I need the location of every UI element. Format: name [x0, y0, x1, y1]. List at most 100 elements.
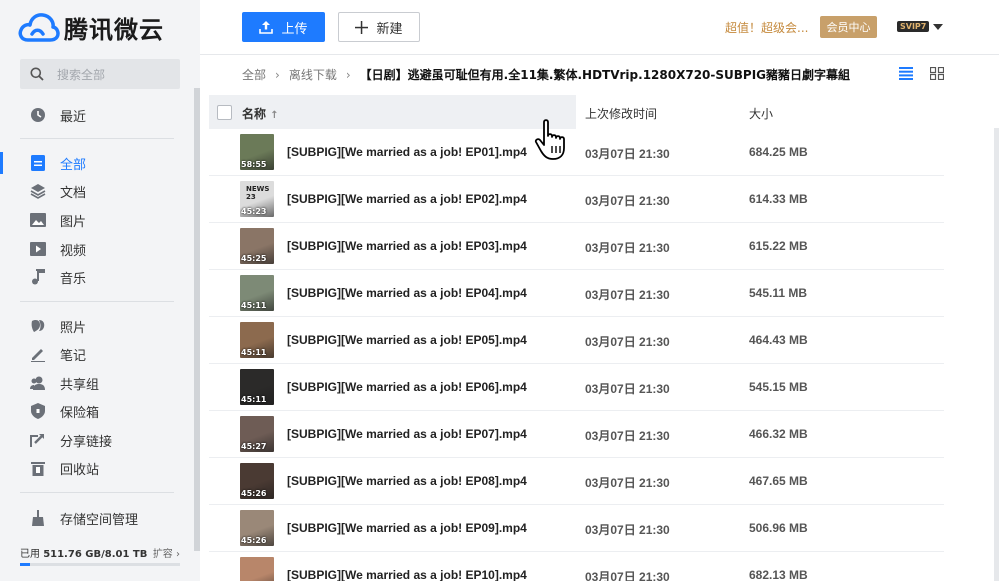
- sidebar-item-label: 音乐: [60, 271, 87, 287]
- sidebar-item-label: 存储空间管理: [60, 512, 139, 528]
- file-name[interactable]: [SUBPIG][We married as a job! EP05].mp4: [287, 333, 527, 347]
- table-row[interactable]: 45:25 [SUBPIG][We married as a job! EP03]…: [209, 223, 944, 270]
- file-modified-date: 03月07日 21:30: [585, 429, 670, 443]
- search-icon: [30, 67, 44, 81]
- breadcrumb-item-all[interactable]: 全部: [242, 66, 266, 83]
- sort-arrow-icon: ↑: [270, 110, 279, 121]
- table-row[interactable]: 45:11 [SUBPIG][We married as a job! EP06]…: [209, 364, 944, 411]
- video-duration: 45:25: [241, 254, 267, 263]
- file-name[interactable]: [SUBPIG][We married as a job! EP04].mp4: [287, 286, 527, 300]
- file-modified-date: 03月07日 21:30: [585, 194, 670, 208]
- breadcrumb-item-offline-download[interactable]: 离线下载: [289, 66, 337, 83]
- sidebar-item-label: 最近: [60, 109, 87, 125]
- upload-icon: [259, 20, 274, 34]
- upload-label: 上传: [281, 21, 308, 37]
- main-scrollbar[interactable]: [994, 128, 999, 581]
- file-name[interactable]: [SUBPIG][We married as a job! EP10].mp4: [287, 568, 527, 581]
- file-name[interactable]: [SUBPIG][We married as a job! EP01].mp4: [287, 145, 527, 159]
- video-thumbnail: 45:11: [240, 275, 274, 311]
- sidebar-item-share-links[interactable]: 分享链接: [0, 426, 194, 454]
- table-row[interactable]: 45:26 [SUBPIG][We married as a job! EP09]…: [209, 505, 944, 552]
- storage-used-text: 已用 511.76 GB/8.01 TB: [20, 549, 148, 560]
- sidebar-item-all[interactable]: 全部: [0, 149, 194, 177]
- sidebar-item-images[interactable]: 图片: [0, 206, 194, 234]
- chevron-down-icon: [933, 23, 944, 30]
- size-header[interactable]: 大小: [749, 105, 773, 122]
- sidebar-item-photos[interactable]: 照片: [0, 312, 194, 340]
- file-name[interactable]: [SUBPIG][We married as a job! EP07].mp4: [287, 427, 527, 441]
- file-name[interactable]: [SUBPIG][We married as a job! EP08].mp4: [287, 474, 527, 488]
- date-header[interactable]: 上次修改时间: [585, 105, 657, 122]
- search-placeholder: 搜索全部: [57, 67, 106, 82]
- sidebar-item-recycle-bin[interactable]: 回收站: [0, 454, 194, 482]
- top-toolbar: 上传 新建 超值！超级会... 会员中心 SVIP7: [200, 0, 999, 55]
- clock-icon: [30, 107, 46, 123]
- new-button[interactable]: 新建: [338, 12, 420, 42]
- file-modified-date: 03月07日 21:30: [585, 570, 670, 581]
- sidebar-item-label: 视频: [60, 243, 87, 259]
- play-icon: [30, 241, 46, 257]
- divider: [20, 138, 174, 139]
- file-modified-date: 03月07日 21:30: [585, 523, 670, 537]
- sidebar-item-music[interactable]: 音乐: [0, 263, 194, 291]
- file-name[interactable]: [SUBPIG][We married as a job! EP06].mp4: [287, 380, 527, 394]
- layers-icon: [30, 183, 46, 199]
- users-icon: [30, 375, 46, 391]
- video-thumbnail: 58:55: [240, 134, 274, 170]
- sidebar-item-label: 保险箱: [60, 405, 100, 421]
- sidebar-item-label: 回收站: [60, 462, 100, 478]
- sidebar-item-label: 共享组: [60, 377, 100, 393]
- file-name[interactable]: [SUBPIG][We married as a job! EP03].mp4: [287, 239, 527, 253]
- grid-view-icon[interactable]: [930, 67, 944, 80]
- sidebar-item-videos[interactable]: 视频: [0, 235, 194, 263]
- expand-storage-link[interactable]: 扩容 ›: [153, 545, 180, 560]
- user-menu[interactable]: SVIP7: [897, 20, 944, 33]
- promo-link[interactable]: 超值！超级会...: [725, 19, 808, 36]
- trash-icon: [30, 460, 46, 476]
- file-name[interactable]: [SUBPIG][We married as a job! EP02].mp4: [287, 192, 527, 206]
- logo[interactable]: 腾讯微云: [18, 10, 164, 44]
- storage-progress-bar: [20, 563, 180, 566]
- video-duration: 45:11: [241, 348, 267, 357]
- file-modified-date: 03月07日 21:30: [585, 241, 670, 255]
- name-header[interactable]: 名称 ↑: [242, 105, 279, 122]
- select-all-checkbox[interactable]: [217, 105, 232, 120]
- table-row[interactable]: 45:11 [SUBPIG][We married as a job! EP05]…: [209, 317, 944, 364]
- image-icon: [30, 212, 46, 228]
- video-duration: 45:26: [241, 536, 267, 545]
- file-name[interactable]: [SUBPIG][We married as a job! EP09].mp4: [287, 521, 527, 535]
- file-modified-date: 03月07日 21:30: [585, 335, 670, 349]
- sidebar-item-storage-management[interactable]: 存储空间管理: [0, 504, 194, 532]
- table-row[interactable]: 45:27 [SUBPIG][We married as a job! EP07]…: [209, 411, 944, 458]
- storage-progress-fill: [20, 563, 30, 566]
- table-row[interactable]: 58:55 [SUBPIG][We married as a job! EP01]…: [209, 129, 944, 176]
- file-size: 545.15 MB: [749, 380, 808, 394]
- file-size: 464.43 MB: [749, 333, 808, 347]
- shield-icon: [30, 403, 46, 419]
- file-list: 58:55 [SUBPIG][We married as a job! EP01]…: [209, 129, 944, 581]
- table-row[interactable]: [SUBPIG][We married as a job! EP10].mp4 0…: [209, 552, 944, 581]
- sidebar-item-shared-groups[interactable]: 共享组: [0, 369, 194, 397]
- file-modified-date: 03月07日 21:30: [585, 382, 670, 396]
- video-thumbnail: [240, 557, 274, 581]
- table-row[interactable]: 45:11 [SUBPIG][We married as a job! EP04]…: [209, 270, 944, 317]
- sidebar-item-label: 分享链接: [60, 434, 113, 450]
- sidebar-item-docs[interactable]: 文档: [0, 177, 194, 205]
- sidebar-scrollbar[interactable]: [194, 88, 200, 551]
- chevron-right-icon: ›: [345, 67, 351, 82]
- vip-center-button[interactable]: 会员中心: [820, 16, 877, 38]
- search-input[interactable]: 搜索全部: [20, 59, 180, 89]
- table-row[interactable]: 45:26 [SUBPIG][We married as a job! EP08]…: [209, 458, 944, 505]
- list-view-icon[interactable]: [899, 67, 913, 80]
- sidebar-item-vault[interactable]: 保险箱: [0, 397, 194, 425]
- sidebar-item-notes[interactable]: 笔记: [0, 340, 194, 368]
- upload-button[interactable]: 上传: [242, 12, 325, 42]
- sidebar-item-recent[interactable]: 最近: [0, 101, 194, 129]
- table-row[interactable]: NEWS 23 45:23 [SUBPIG][We married as a job…: [209, 176, 944, 223]
- file-modified-date: 03月07日 21:30: [585, 147, 670, 161]
- divider: [20, 301, 174, 302]
- sidebar: 腾讯微云 搜索全部 最近 全部 文档 图片 视频 音乐 照片 笔记 共享组 保险…: [0, 0, 200, 581]
- file-size: 466.32 MB: [749, 427, 808, 441]
- sidebar-item-label: 文档: [60, 185, 87, 201]
- video-duration: 45:26: [241, 489, 267, 498]
